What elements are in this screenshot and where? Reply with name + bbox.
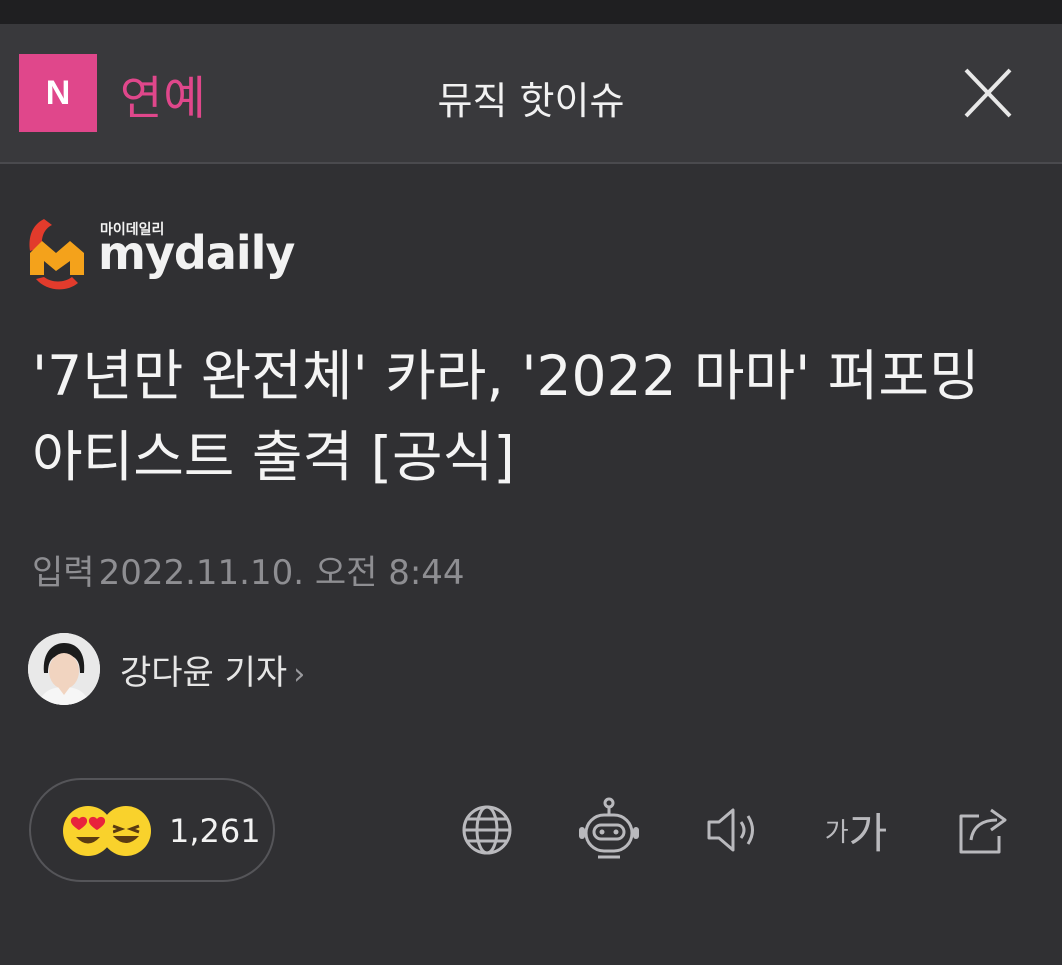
publisher-name: mydaily <box>98 226 295 280</box>
globe-icon <box>462 805 512 855</box>
reaction-button[interactable]: 1,261 <box>29 778 275 882</box>
close-icon[interactable] <box>958 66 1018 122</box>
reaction-count: 1,261 <box>169 812 261 850</box>
font-size-small: 가 <box>824 817 849 848</box>
read-aloud-button[interactable] <box>700 795 766 865</box>
share-button[interactable] <box>950 795 1016 865</box>
author-avatar[interactable] <box>28 633 100 705</box>
speaker-icon <box>707 808 754 852</box>
date-value: 2022.11.10. 오전 8:44 <box>98 553 465 593</box>
top-header: N 연예 뮤직 핫이슈 <box>0 24 1062 164</box>
article-headline: '7년만 완전체' 카라, '2022 마마' 퍼포밍 아티스트 출격 [공식] <box>32 344 980 489</box>
avatar-photo <box>28 633 100 705</box>
header-title[interactable]: 뮤직 핫이슈 <box>0 70 1062 125</box>
summary-bot-button[interactable] <box>576 795 642 865</box>
font-size-large: 가 <box>848 808 888 858</box>
heart-eyes-emoji <box>63 806 113 856</box>
chevron-right-icon: › <box>293 657 306 692</box>
author-name: 강다윤 기자 <box>120 653 288 693</box>
font-size-button[interactable]: 가가 <box>820 795 892 865</box>
status-bar <box>0 0 1062 24</box>
article-date: 입력 2022.11.10. 오전 8:44 <box>32 545 465 594</box>
robot-icon <box>579 797 639 859</box>
share-icon <box>959 808 1007 854</box>
translate-button[interactable] <box>454 795 520 865</box>
author-link[interactable]: 강다윤 기자 › <box>120 645 305 694</box>
date-label: 입력 <box>32 553 95 593</box>
